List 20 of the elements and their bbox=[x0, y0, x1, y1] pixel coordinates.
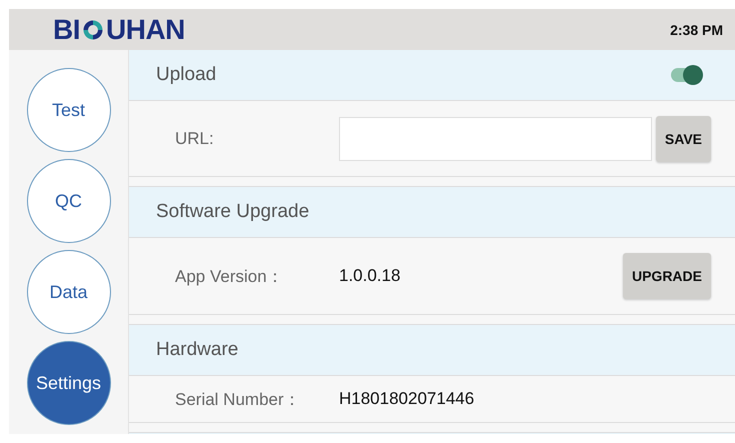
clock-time: 2:38 PM bbox=[670, 22, 723, 38]
logo-text: UHAN bbox=[106, 14, 185, 46]
nav-button[interactable]: QC bbox=[26, 159, 110, 243]
url-input-field[interactable] bbox=[339, 116, 652, 160]
nav-button[interactable]: Settings bbox=[26, 341, 110, 425]
nav-button[interactable]: Data bbox=[26, 250, 110, 334]
save-button[interactable]: SAVE bbox=[656, 116, 711, 162]
nav-button[interactable]: Test bbox=[26, 68, 110, 152]
section-title: Upload bbox=[156, 64, 216, 86]
logo-text: BI bbox=[53, 14, 80, 46]
logo-ring-icon bbox=[81, 18, 105, 42]
field-value: 1.0.0.18 bbox=[339, 266, 402, 286]
section-title: Hardware bbox=[156, 339, 238, 361]
field-value: H1801802071446 bbox=[339, 389, 476, 409]
field-label: URL: bbox=[175, 128, 215, 148]
section-title: Software Upgrade bbox=[156, 201, 310, 223]
upgrade-button[interactable]: UPGRADE bbox=[622, 253, 711, 299]
toggle-switch[interactable] bbox=[671, 68, 701, 82]
field-label: App Version： bbox=[175, 266, 285, 288]
field-label: Serial Number： bbox=[175, 388, 302, 410]
